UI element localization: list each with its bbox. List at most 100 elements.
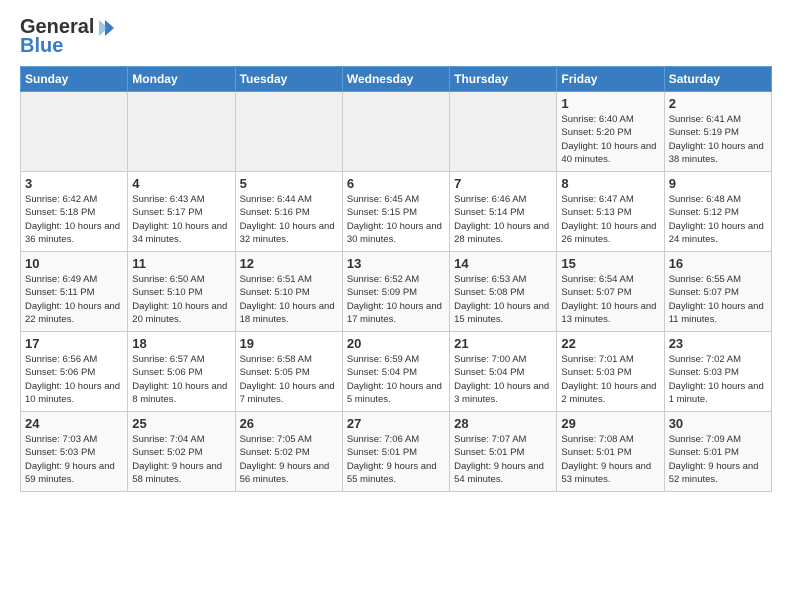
calendar-day-cell: 10 Sunrise: 6:49 AM Sunset: 5:11 PM Dayli… <box>21 252 128 332</box>
day-info: Sunrise: 7:09 AM Sunset: 5:01 PM Dayligh… <box>669 433 767 486</box>
day-info: Sunrise: 7:02 AM Sunset: 5:03 PM Dayligh… <box>669 353 767 406</box>
day-number: 13 <box>347 256 445 271</box>
day-number: 8 <box>561 176 659 191</box>
day-info: Sunrise: 6:47 AM Sunset: 5:13 PM Dayligh… <box>561 193 659 246</box>
calendar-day-cell: 4 Sunrise: 6:43 AM Sunset: 5:17 PM Daylig… <box>128 172 235 252</box>
day-number: 9 <box>669 176 767 191</box>
calendar-day-cell: 20Sunrise: 6:59 AM Sunset: 5:04 PM Dayli… <box>342 332 449 412</box>
day-number: 4 <box>132 176 230 191</box>
day-number: 21 <box>454 336 552 351</box>
day-info: Sunrise: 6:48 AM Sunset: 5:12 PM Dayligh… <box>669 193 767 246</box>
calendar-table: SundayMondayTuesdayWednesdayThursdayFrid… <box>20 66 772 492</box>
calendar-day-cell: 8 Sunrise: 6:47 AM Sunset: 5:13 PM Daylig… <box>557 172 664 252</box>
calendar-day-cell <box>235 92 342 172</box>
calendar-day-cell: 18 Sunrise: 6:57 AM Sunset: 5:06 PM Dayli… <box>128 332 235 412</box>
day-info: Sunrise: 7:00 AM Sunset: 5:04 PM Dayligh… <box>454 353 552 406</box>
day-number: 22 <box>561 336 659 351</box>
calendar-day-cell: 25 Sunrise: 7:04 AM Sunset: 5:02 PM Dayli… <box>128 412 235 492</box>
calendar-day-cell: 21 Sunrise: 7:00 AM Sunset: 5:04 PM Dayli… <box>450 332 557 412</box>
calendar-week-row: 3 Sunrise: 6:42 AM Sunset: 5:18 PM Daylig… <box>21 172 772 252</box>
calendar-day-cell: 7 Sunrise: 6:46 AM Sunset: 5:14 PM Daylig… <box>450 172 557 252</box>
calendar-day-cell: 24 Sunrise: 7:03 AM Sunset: 5:03 PM Dayli… <box>21 412 128 492</box>
day-info: Sunrise: 6:49 AM Sunset: 5:11 PM Dayligh… <box>25 273 123 326</box>
day-info: Sunrise: 6:57 AM Sunset: 5:06 PM Dayligh… <box>132 353 230 406</box>
calendar-day-cell: 13 Sunrise: 6:52 AM Sunset: 5:09 PM Dayli… <box>342 252 449 332</box>
calendar-week-row: 24 Sunrise: 7:03 AM Sunset: 5:03 PM Dayli… <box>21 412 772 492</box>
day-number: 1 <box>561 96 659 111</box>
day-info: Sunrise: 6:51 AM Sunset: 5:10 PM Dayligh… <box>240 273 338 326</box>
day-number: 29 <box>561 416 659 431</box>
calendar-day-cell: 29 Sunrise: 7:08 AM Sunset: 5:01 PM Dayli… <box>557 412 664 492</box>
weekday-header: Tuesday <box>235 67 342 92</box>
calendar-day-cell: 3 Sunrise: 6:42 AM Sunset: 5:18 PM Daylig… <box>21 172 128 252</box>
weekday-header: Sunday <box>21 67 128 92</box>
day-info: Sunrise: 6:46 AM Sunset: 5:14 PM Dayligh… <box>454 193 552 246</box>
calendar-day-cell: 11 Sunrise: 6:50 AM Sunset: 5:10 PM Dayli… <box>128 252 235 332</box>
calendar-header-row: SundayMondayTuesdayWednesdayThursdayFrid… <box>21 67 772 92</box>
day-number: 28 <box>454 416 552 431</box>
day-number: 27 <box>347 416 445 431</box>
day-info: Sunrise: 6:45 AM Sunset: 5:15 PM Dayligh… <box>347 193 445 246</box>
day-number: 3 <box>25 176 123 191</box>
day-number: 11 <box>132 256 230 271</box>
weekday-header: Wednesday <box>342 67 449 92</box>
day-number: 19 <box>240 336 338 351</box>
logo-blue-text: Blue <box>20 35 63 58</box>
day-number: 6 <box>347 176 445 191</box>
day-number: 12 <box>240 256 338 271</box>
calendar-day-cell <box>342 92 449 172</box>
day-number: 30 <box>669 416 767 431</box>
day-info: Sunrise: 6:52 AM Sunset: 5:09 PM Dayligh… <box>347 273 445 326</box>
day-info: Sunrise: 6:50 AM Sunset: 5:10 PM Dayligh… <box>132 273 230 326</box>
day-info: Sunrise: 6:53 AM Sunset: 5:08 PM Dayligh… <box>454 273 552 326</box>
day-info: Sunrise: 6:55 AM Sunset: 5:07 PM Dayligh… <box>669 273 767 326</box>
calendar-day-cell: 30 Sunrise: 7:09 AM Sunset: 5:01 PM Dayli… <box>664 412 771 492</box>
day-number: 23 <box>669 336 767 351</box>
day-info: Sunrise: 6:54 AM Sunset: 5:07 PM Dayligh… <box>561 273 659 326</box>
day-info: Sunrise: 7:08 AM Sunset: 5:01 PM Dayligh… <box>561 433 659 486</box>
calendar-day-cell: 12 Sunrise: 6:51 AM Sunset: 5:10 PM Dayli… <box>235 252 342 332</box>
page-header: General Blue <box>20 16 772 58</box>
calendar-day-cell: 2 Sunrise: 6:41 AM Sunset: 5:19 PM Daylig… <box>664 92 771 172</box>
calendar-day-cell: 1Sunrise: 6:40 AM Sunset: 5:20 PM Daylig… <box>557 92 664 172</box>
day-info: Sunrise: 7:05 AM Sunset: 5:02 PM Dayligh… <box>240 433 338 486</box>
day-info: Sunrise: 6:43 AM Sunset: 5:17 PM Dayligh… <box>132 193 230 246</box>
logo-icon <box>95 17 117 39</box>
day-number: 14 <box>454 256 552 271</box>
day-info: Sunrise: 7:07 AM Sunset: 5:01 PM Dayligh… <box>454 433 552 486</box>
day-info: Sunrise: 6:42 AM Sunset: 5:18 PM Dayligh… <box>25 193 123 246</box>
day-info: Sunrise: 6:44 AM Sunset: 5:16 PM Dayligh… <box>240 193 338 246</box>
day-info: Sunrise: 6:56 AM Sunset: 5:06 PM Dayligh… <box>25 353 123 406</box>
day-info: Sunrise: 7:04 AM Sunset: 5:02 PM Dayligh… <box>132 433 230 486</box>
calendar-day-cell: 17Sunrise: 6:56 AM Sunset: 5:06 PM Dayli… <box>21 332 128 412</box>
day-info: Sunrise: 7:01 AM Sunset: 5:03 PM Dayligh… <box>561 353 659 406</box>
calendar-day-cell <box>128 92 235 172</box>
calendar-day-cell: 5 Sunrise: 6:44 AM Sunset: 5:16 PM Daylig… <box>235 172 342 252</box>
day-number: 5 <box>240 176 338 191</box>
day-number: 18 <box>132 336 230 351</box>
calendar-day-cell: 26 Sunrise: 7:05 AM Sunset: 5:02 PM Dayli… <box>235 412 342 492</box>
day-number: 15 <box>561 256 659 271</box>
day-info: Sunrise: 7:06 AM Sunset: 5:01 PM Dayligh… <box>347 433 445 486</box>
calendar-day-cell: 14 Sunrise: 6:53 AM Sunset: 5:08 PM Dayli… <box>450 252 557 332</box>
calendar-week-row: 1Sunrise: 6:40 AM Sunset: 5:20 PM Daylig… <box>21 92 772 172</box>
weekday-header: Monday <box>128 67 235 92</box>
weekday-header: Saturday <box>664 67 771 92</box>
day-number: 2 <box>669 96 767 111</box>
day-number: 24 <box>25 416 123 431</box>
day-number: 7 <box>454 176 552 191</box>
calendar-day-cell: 9 Sunrise: 6:48 AM Sunset: 5:12 PM Daylig… <box>664 172 771 252</box>
day-info: Sunrise: 6:41 AM Sunset: 5:19 PM Dayligh… <box>669 113 767 166</box>
calendar-day-cell: 23 Sunrise: 7:02 AM Sunset: 5:03 PM Dayli… <box>664 332 771 412</box>
day-info: Sunrise: 7:03 AM Sunset: 5:03 PM Dayligh… <box>25 433 123 486</box>
day-number: 26 <box>240 416 338 431</box>
calendar-day-cell <box>450 92 557 172</box>
calendar-day-cell: 16Sunrise: 6:55 AM Sunset: 5:07 PM Dayli… <box>664 252 771 332</box>
calendar-day-cell: 6 Sunrise: 6:45 AM Sunset: 5:15 PM Daylig… <box>342 172 449 252</box>
calendar-week-row: 17Sunrise: 6:56 AM Sunset: 5:06 PM Dayli… <box>21 332 772 412</box>
calendar-day-cell: 15 Sunrise: 6:54 AM Sunset: 5:07 PM Dayli… <box>557 252 664 332</box>
day-number: 25 <box>132 416 230 431</box>
logo: General Blue <box>20 16 118 58</box>
day-info: Sunrise: 6:59 AM Sunset: 5:04 PM Dayligh… <box>347 353 445 406</box>
day-number: 10 <box>25 256 123 271</box>
